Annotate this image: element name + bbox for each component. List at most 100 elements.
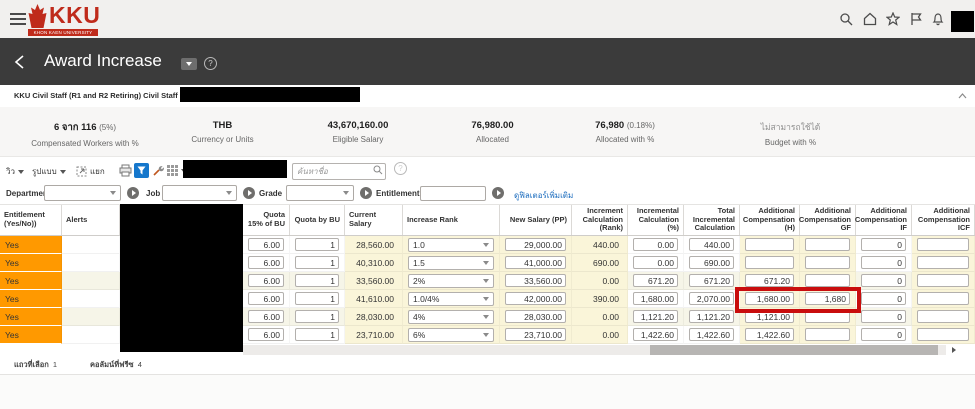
comp-h-input[interactable] [745, 256, 794, 269]
new-salary-input[interactable] [505, 256, 566, 269]
col-header-increment-rank[interactable]: Increment Calculation (Rank) [572, 205, 628, 235]
comp-if-input[interactable] [861, 238, 906, 251]
col-header-quota-bu[interactable]: Quota by BU [290, 205, 345, 235]
incremental-pct-input[interactable] [633, 274, 678, 287]
grade-select[interactable] [286, 185, 354, 201]
col-header-quota15[interactable]: Quota 15% of BU [243, 205, 290, 235]
search-name-input[interactable] [292, 163, 386, 180]
scroll-right-arrow-icon[interactable] [947, 345, 960, 355]
format-menu[interactable]: รูปแบบ [32, 165, 66, 178]
announcements-flag-icon[interactable] [909, 12, 923, 26]
department-select[interactable] [44, 185, 121, 201]
entitlement-cell[interactable]: Yes [0, 290, 62, 308]
comp-if-input[interactable] [861, 256, 906, 269]
incremental-pct-input[interactable] [633, 256, 678, 269]
quota-bu-input[interactable] [295, 274, 339, 287]
col-header-comp-gf[interactable]: Additional Compensation GF [800, 205, 856, 235]
search-input-magnifier-icon[interactable] [373, 165, 383, 175]
filter-toggle-button[interactable] [134, 163, 149, 178]
entitlement-input[interactable] [420, 186, 486, 201]
quota-bu-input[interactable] [295, 292, 339, 305]
horizontal-scrollbar-thumb[interactable] [650, 345, 938, 355]
print-icon[interactable] [119, 164, 132, 177]
col-header-increase-rank[interactable]: Increase Rank [403, 205, 500, 235]
increase-rank-select[interactable]: 1.5 [408, 256, 494, 270]
quota-bu-input[interactable] [295, 238, 339, 251]
search-icon[interactable] [839, 12, 853, 26]
new-salary-input[interactable] [505, 292, 566, 305]
back-arrow-icon[interactable] [14, 54, 25, 70]
home-icon[interactable] [863, 12, 877, 26]
quota-bu-input[interactable] [295, 328, 339, 341]
tools-wrench-icon[interactable] [152, 164, 165, 177]
increase-rank-select[interactable]: 4% [408, 310, 494, 324]
comp-h-input[interactable] [745, 238, 794, 251]
increase-rank-select[interactable]: 1.0/4% [408, 292, 494, 306]
redacted-user-avatar[interactable] [951, 11, 974, 32]
job-go-icon[interactable] [243, 187, 255, 199]
comp-if-input[interactable] [861, 292, 906, 305]
incremental-pct-input[interactable] [633, 238, 678, 251]
col-header-total-incremental[interactable]: Total Incremental Calculation [684, 205, 740, 235]
entitlement-cell[interactable]: Yes [0, 308, 62, 326]
comp-if-input[interactable] [861, 328, 906, 341]
increase-rank-select[interactable]: 1.0 [408, 238, 494, 252]
collapse-summary-chevron-icon[interactable] [958, 93, 967, 99]
quota15-input[interactable] [248, 328, 284, 341]
col-header-current-salary[interactable]: Current Salary [345, 205, 403, 235]
col-header-alerts[interactable]: Alerts [62, 205, 120, 235]
notifications-bell-icon[interactable] [931, 12, 945, 26]
comp-icf-input[interactable] [917, 274, 969, 287]
entitlement-cell[interactable]: Yes [0, 326, 62, 344]
comp-gf-input[interactable] [805, 238, 850, 251]
comp-h-input[interactable] [745, 328, 794, 341]
increase-rank-select[interactable]: 6% [408, 328, 494, 342]
incremental-pct-input[interactable] [633, 310, 678, 323]
comp-icf-input[interactable] [917, 328, 969, 341]
title-help-icon[interactable]: ? [204, 57, 217, 70]
new-salary-input[interactable] [505, 238, 566, 251]
quota15-input[interactable] [248, 292, 284, 305]
total-incremental-input[interactable] [689, 256, 734, 269]
more-filters-link[interactable]: ดูฟิลเตอร์เพิ่มเติม [514, 189, 573, 202]
guided-tour-icon[interactable] [181, 58, 197, 70]
total-incremental-input[interactable] [689, 310, 734, 323]
quota15-input[interactable] [248, 274, 284, 287]
quota15-input[interactable] [248, 256, 284, 269]
comp-gf-input[interactable] [805, 256, 850, 269]
col-header-new-salary[interactable]: New Salary (PP) [500, 205, 572, 235]
quota-bu-input[interactable] [295, 310, 339, 323]
col-header-comp-icf[interactable]: Additional Compensation ICF [912, 205, 975, 235]
comp-gf-input[interactable] [805, 274, 850, 287]
comp-icf-input[interactable] [917, 310, 969, 323]
entitlement-cell[interactable]: Yes [0, 254, 62, 272]
incremental-pct-input[interactable] [633, 292, 678, 305]
incremental-pct-input[interactable] [633, 328, 678, 341]
new-salary-input[interactable] [505, 328, 566, 341]
quota15-input[interactable] [248, 310, 284, 323]
comp-icf-input[interactable] [917, 292, 969, 305]
new-salary-input[interactable] [505, 274, 566, 287]
detach-button[interactable]: แยก [76, 165, 105, 178]
hamburger-menu-icon[interactable] [10, 13, 26, 25]
view-menu[interactable]: วิว [6, 165, 24, 178]
comp-gf-input[interactable] [805, 328, 850, 341]
job-select[interactable] [162, 185, 237, 201]
total-incremental-input[interactable] [689, 238, 734, 251]
total-incremental-input[interactable] [689, 274, 734, 287]
col-header-incremental-pct[interactable]: Incremental Calculation (%) [628, 205, 684, 235]
comp-icf-input[interactable] [917, 238, 969, 251]
entitlement-cell[interactable]: Yes [0, 272, 62, 290]
col-header-comp-h[interactable]: Additional Compensation (H) [740, 205, 800, 235]
favorites-star-icon[interactable] [886, 12, 900, 26]
quota15-input[interactable] [248, 238, 284, 251]
col-header-comp-if[interactable]: Additional Compensation IF [856, 205, 912, 235]
grade-go-icon[interactable] [360, 187, 372, 199]
comp-icf-input[interactable] [917, 256, 969, 269]
comp-if-input[interactable] [861, 310, 906, 323]
quota-bu-input[interactable] [295, 256, 339, 269]
increase-rank-select[interactable]: 2% [408, 274, 494, 288]
department-go-icon[interactable] [127, 187, 139, 199]
entitlement-cell[interactable]: Yes [0, 236, 62, 254]
new-salary-input[interactable] [505, 310, 566, 323]
